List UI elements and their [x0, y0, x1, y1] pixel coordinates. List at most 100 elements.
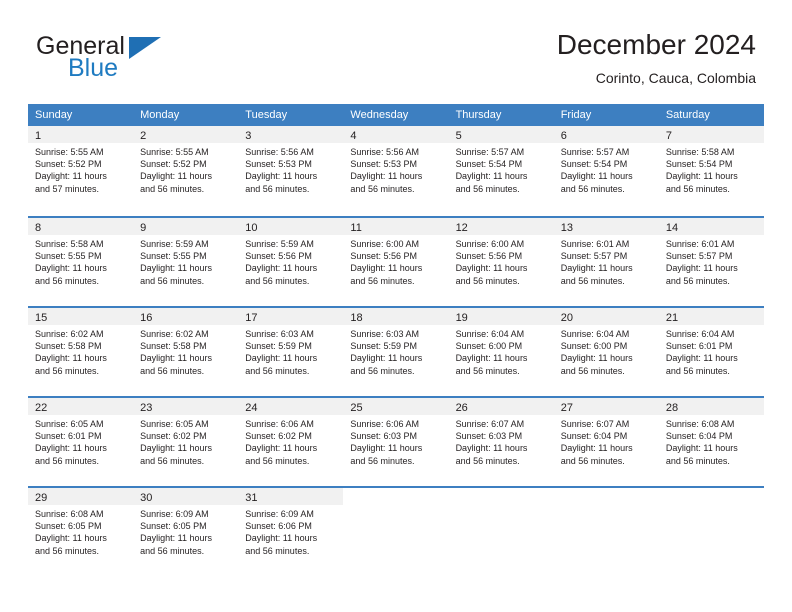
day-cell[interactable]: 2 Sunrise: 5:55 AM Sunset: 5:52 PM Dayli… — [133, 126, 239, 208]
day-number-bar: 8 — [28, 218, 134, 235]
day-cell[interactable]: 22 Sunrise: 6:05 AM Sunset: 6:01 PM Dayl… — [28, 398, 134, 478]
sunrise-text: Sunrise: 6:02 AM — [140, 329, 209, 339]
daylight-text-line1: Daylight: 11 hours — [455, 353, 528, 364]
day-number-bar: 1 — [28, 126, 134, 143]
day-cell[interactable]: 29 Sunrise: 6:08 AM Sunset: 6:05 PM Dayl… — [28, 488, 134, 568]
day-number-bar: 11 — [343, 218, 449, 235]
day-number: 24 — [245, 402, 258, 414]
general-blue-logo[interactable]: General Blue — [36, 32, 256, 92]
day-cell[interactable]: 24 Sunrise: 6:06 AM Sunset: 6:02 PM Dayl… — [238, 398, 344, 478]
sunrise-text: Sunrise: 6:08 AM — [665, 419, 735, 429]
day-number: 5 — [455, 130, 462, 142]
weekday-header-wednesday: Wednesday — [350, 109, 409, 121]
sunrise-text: Sunrise: 6:04 AM — [455, 329, 525, 339]
daylight-text-line1: Daylight: 11 hours — [665, 263, 738, 274]
weekday-header-saturday: Saturday — [665, 109, 710, 121]
sunset-text: Sunset: 5:56 PM — [455, 251, 523, 262]
sunset-text: Sunset: 5:56 PM — [245, 251, 312, 262]
daylight-text-line2: and 56 minutes. — [560, 455, 625, 466]
day-number-bar: 26 — [448, 398, 554, 415]
sunset-text: Sunset: 5:59 PM — [350, 341, 417, 352]
day-cell[interactable]: 28 Sunrise: 6:08 AM Sunset: 6:04 PM Dayl… — [658, 398, 764, 478]
day-number: 18 — [350, 312, 363, 324]
day-number: 9 — [140, 222, 147, 234]
sunset-text: Sunset: 5:57 PM — [665, 251, 733, 262]
day-cell[interactable]: 3 Sunrise: 5:56 AM Sunset: 5:53 PM Dayli… — [238, 126, 344, 208]
weekday-header-monday: Monday — [140, 109, 180, 121]
sunset-text: Sunset: 6:02 PM — [140, 431, 207, 442]
week-row: 8 Sunrise: 5:58 AM Sunset: 5:55 PM Dayli… — [28, 216, 764, 298]
sunset-text: Sunset: 6:05 PM — [35, 521, 102, 532]
day-info: Sunrise: 5:58 AM Sunset: 5:54 PM Dayligh… — [659, 143, 764, 195]
day-number: 7 — [665, 130, 672, 142]
daylight-text-line2: and 56 minutes. — [560, 365, 625, 376]
daylight-text-line2: and 56 minutes. — [350, 183, 415, 194]
day-info: Sunrise: 5:59 AM Sunset: 5:55 PM Dayligh… — [133, 235, 238, 287]
page-title: December 2024 — [556, 29, 756, 60]
day-number-bar: 10 — [238, 218, 344, 235]
day-cell[interactable]: 17 Sunrise: 6:03 AM Sunset: 5:59 PM Dayl… — [238, 308, 344, 388]
week-row: 15 Sunrise: 6:02 AM Sunset: 5:58 PM Dayl… — [28, 306, 764, 388]
day-cell[interactable]: 23 Sunrise: 6:05 AM Sunset: 6:02 PM Dayl… — [133, 398, 239, 478]
day-number-bar: 30 — [133, 488, 239, 505]
sunset-text: Sunset: 5:54 PM — [455, 159, 523, 170]
sunset-text: Sunset: 6:03 PM — [455, 431, 523, 442]
weekday-header-thursday: Thursday — [455, 109, 502, 121]
day-number-bar — [343, 488, 448, 505]
day-cell[interactable]: 19 Sunrise: 6:04 AM Sunset: 6:00 PM Dayl… — [448, 308, 554, 388]
daylight-text-line2: and 56 minutes. — [35, 365, 100, 376]
day-cell[interactable]: 10 Sunrise: 5:59 AM Sunset: 5:56 PM Dayl… — [238, 218, 344, 298]
day-cell[interactable]: 15 Sunrise: 6:02 AM Sunset: 5:58 PM Dayl… — [28, 308, 134, 388]
day-number-bar: 28 — [658, 398, 764, 415]
day-cell[interactable]: 20 Sunrise: 6:04 AM Sunset: 6:00 PM Dayl… — [553, 308, 659, 388]
day-cell[interactable]: 16 Sunrise: 6:02 AM Sunset: 5:58 PM Dayl… — [133, 308, 239, 388]
daylight-text-line2: and 56 minutes. — [665, 455, 730, 466]
day-number: 19 — [455, 312, 468, 324]
day-number-bar: 5 — [448, 126, 554, 143]
day-info: Sunrise: 6:06 AM Sunset: 6:03 PM Dayligh… — [343, 415, 448, 467]
day-cell[interactable]: 31 Sunrise: 6:09 AM Sunset: 6:06 PM Dayl… — [238, 488, 344, 568]
day-cell[interactable]: 26 Sunrise: 6:07 AM Sunset: 6:03 PM Dayl… — [448, 398, 554, 478]
day-number-bar: 7 — [658, 126, 764, 143]
day-cell[interactable]: 1 Sunrise: 5:55 AM Sunset: 5:52 PM Dayli… — [28, 126, 134, 208]
day-info: Sunrise: 6:05 AM Sunset: 6:02 PM Dayligh… — [133, 415, 238, 467]
daylight-text-line2: and 56 minutes. — [140, 183, 205, 194]
day-cell[interactable]: 14 Sunrise: 6:01 AM Sunset: 5:57 PM Dayl… — [658, 218, 764, 298]
daylight-text-line2: and 56 minutes. — [140, 365, 205, 376]
sunset-text: Sunset: 5:55 PM — [140, 251, 207, 262]
sunrise-text: Sunrise: 6:06 AM — [350, 419, 419, 429]
day-info: Sunrise: 5:58 AM Sunset: 5:55 PM Dayligh… — [28, 235, 133, 287]
day-cell[interactable]: 9 Sunrise: 5:59 AM Sunset: 5:55 PM Dayli… — [133, 218, 239, 298]
weekday-header-row: Sunday Monday Tuesday Wednesday Thursday… — [28, 104, 764, 126]
day-cell[interactable]: 30 Sunrise: 6:09 AM Sunset: 6:05 PM Dayl… — [133, 488, 239, 568]
day-cell[interactable]: 4 Sunrise: 5:56 AM Sunset: 5:53 PM Dayli… — [343, 126, 449, 208]
day-number: 15 — [35, 312, 48, 324]
day-cell[interactable]: 21 Sunrise: 6:04 AM Sunset: 6:01 PM Dayl… — [658, 308, 764, 388]
day-cell[interactable]: 6 Sunrise: 5:57 AM Sunset: 5:54 PM Dayli… — [553, 126, 659, 208]
sunset-text: Sunset: 5:58 PM — [35, 341, 102, 352]
daylight-text-line2: and 56 minutes. — [455, 455, 520, 466]
day-cell[interactable]: 27 Sunrise: 6:07 AM Sunset: 6:04 PM Dayl… — [553, 398, 659, 478]
triangle-flag-icon — [129, 37, 161, 59]
day-info: Sunrise: 6:02 AM Sunset: 5:58 PM Dayligh… — [133, 325, 238, 377]
day-cell[interactable]: 8 Sunrise: 5:58 AM Sunset: 5:55 PM Dayli… — [28, 218, 134, 298]
day-cell[interactable]: 7 Sunrise: 5:58 AM Sunset: 5:54 PM Dayli… — [658, 126, 764, 208]
daylight-text-line2: and 56 minutes. — [455, 365, 520, 376]
day-cell[interactable]: 12 Sunrise: 6:00 AM Sunset: 5:56 PM Dayl… — [448, 218, 554, 298]
sunrise-text: Sunrise: 6:01 AM — [560, 239, 630, 249]
calendar-grid: Sunday Monday Tuesday Wednesday Thursday… — [28, 104, 764, 568]
day-cell[interactable]: 11 Sunrise: 6:00 AM Sunset: 5:56 PM Dayl… — [343, 218, 449, 298]
week-row: 29 Sunrise: 6:08 AM Sunset: 6:05 PM Dayl… — [28, 486, 764, 568]
daylight-text-line1: Daylight: 11 hours — [245, 171, 318, 182]
daylight-text-line1: Daylight: 11 hours — [455, 443, 528, 454]
day-cell[interactable]: 5 Sunrise: 5:57 AM Sunset: 5:54 PM Dayli… — [448, 126, 554, 208]
day-number: 25 — [350, 402, 363, 414]
day-cell[interactable]: 25 Sunrise: 6:06 AM Sunset: 6:03 PM Dayl… — [343, 398, 449, 478]
day-info: Sunrise: 5:57 AM Sunset: 5:54 PM Dayligh… — [554, 143, 659, 195]
day-info: Sunrise: 6:08 AM Sunset: 6:04 PM Dayligh… — [659, 415, 764, 467]
day-cell[interactable]: 13 Sunrise: 6:01 AM Sunset: 5:57 PM Dayl… — [553, 218, 659, 298]
day-number: 26 — [455, 402, 468, 414]
daylight-text-line1: Daylight: 11 hours — [665, 443, 738, 454]
daylight-text-line1: Daylight: 11 hours — [245, 533, 318, 544]
day-cell[interactable]: 18 Sunrise: 6:03 AM Sunset: 5:59 PM Dayl… — [343, 308, 449, 388]
